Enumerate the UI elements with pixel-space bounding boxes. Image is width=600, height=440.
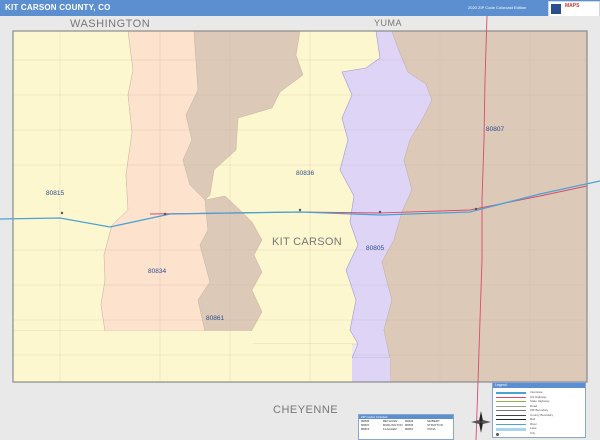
zip-area-80836-southeast: [240, 344, 352, 382]
logo-icon: [551, 4, 561, 14]
compass-rose-icon: [471, 411, 491, 433]
zip-label-80834[interactable]: 80834: [148, 268, 166, 275]
legend-item: County Boundary: [496, 413, 582, 417]
zip-table-cell: VONA: [427, 427, 436, 431]
legend-item: Lake: [496, 426, 582, 431]
logo-text: MAPS: [565, 3, 580, 9]
zip-label-80861[interactable]: 80861: [206, 315, 224, 322]
legend-item: State Highway: [496, 399, 582, 403]
zip-label-80807[interactable]: 80807: [486, 126, 504, 133]
neighbor-county-yuma: YUMA: [374, 18, 403, 28]
zip-label-80815[interactable]: 80815: [46, 190, 64, 197]
zip-table-cell: FLAGLER: [383, 427, 397, 431]
zip-area-80805-south: [352, 358, 390, 382]
publisher-logo[interactable]: MAPS: [548, 1, 600, 17]
title-bar: KIT CARSON COUNTY, CO 2020 ZIP Code Colo…: [0, 0, 600, 17]
legend-item: ZIP Boundary: [496, 408, 582, 412]
legend-item: Rail: [496, 417, 582, 421]
map-title: KIT CARSON COUNTY, CO: [5, 3, 111, 12]
county-name-label: KIT CARSON: [272, 236, 343, 248]
neighbor-county-washington: WASHINGTON: [70, 18, 151, 30]
zip-table-row: 80815 FLAGLER 80861 VONA: [359, 427, 453, 431]
zip-label-80836[interactable]: 80836: [296, 170, 314, 177]
county-map[interactable]: [0, 16, 600, 440]
legend-item: US Highway: [496, 395, 582, 399]
legend-item: City: [496, 431, 582, 436]
zip-area-80815-south: [13, 331, 105, 382]
legend-title: Legend: [493, 383, 585, 388]
legend-item: Road: [496, 404, 582, 408]
zip-code-table: ZIP Codes Included 80805 BETHUNE 80834 S…: [358, 414, 454, 440]
edition-label: 2020 ZIP Code Colorcast Edition: [468, 5, 527, 10]
legend-item: Interstate: [496, 390, 582, 394]
zip-table-cell: 80861: [405, 427, 414, 431]
map-legend: Legend Interstate US Highway State Highw…: [492, 382, 586, 438]
legend-item: River: [496, 422, 582, 426]
zip-table-cell: 80815: [361, 427, 370, 431]
neighbor-county-cheyenne: CHEYENNE: [273, 404, 339, 416]
zip-label-80805[interactable]: 80805: [366, 245, 384, 252]
